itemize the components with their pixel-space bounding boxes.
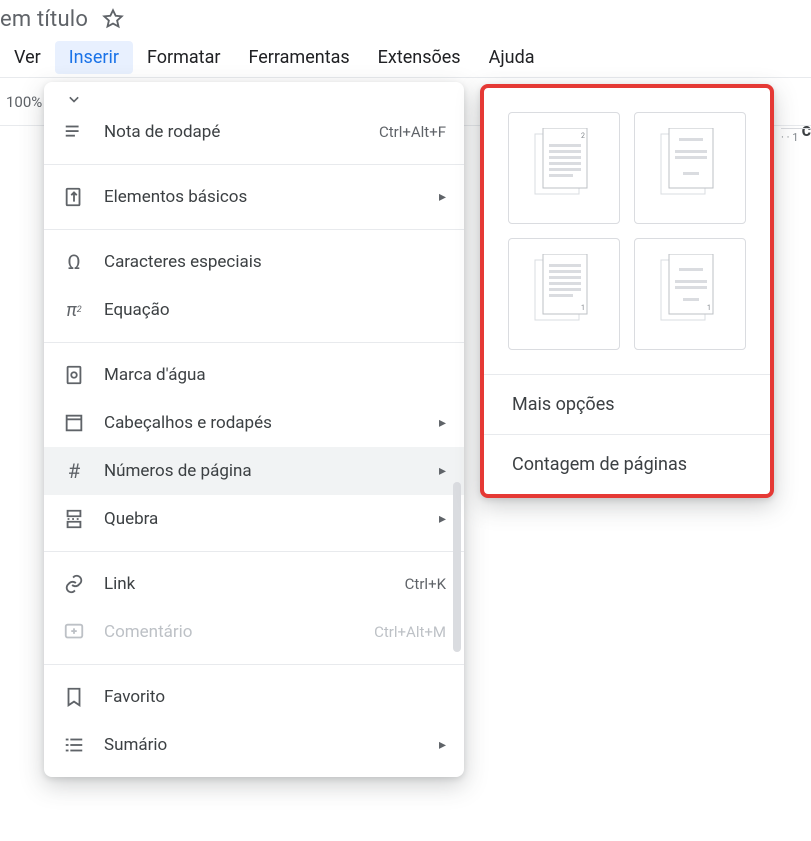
submenu-arrow-icon: ▸	[428, 737, 446, 753]
menu-item-accel: Ctrl+Alt+M	[374, 623, 446, 641]
submenu-item-label: Contagem de páginas	[512, 454, 687, 475]
submenu-arrow-icon: ▸	[428, 415, 446, 431]
menu-item-marca-dagua[interactable]: Marca d'água	[44, 351, 464, 399]
menu-item-favorito[interactable]: Favorito	[44, 673, 464, 721]
header-footer-icon	[62, 411, 86, 435]
insert-dropdown: Nota de rodapé Ctrl+Alt+F Elementos bási…	[44, 82, 464, 777]
hash-icon: #	[62, 459, 86, 483]
building-blocks-icon	[62, 185, 86, 209]
link-icon	[62, 572, 86, 596]
menu-inserir[interactable]: Inserir	[55, 41, 133, 74]
menu-item-label: Marca d'água	[104, 365, 446, 385]
menu-item-label: Comentário	[104, 622, 356, 642]
toc-icon	[62, 733, 86, 757]
dropdown-scrollbar[interactable]	[453, 482, 461, 652]
submenu-arrow-icon: ▸	[428, 511, 446, 527]
menu-formatar[interactable]: Formatar	[133, 41, 235, 74]
menu-ver[interactable]: Ver	[0, 41, 55, 74]
submenu-mais-opcoes[interactable]: Mais opções	[484, 374, 770, 434]
menu-item-quebra[interactable]: Quebra ▸	[44, 495, 464, 543]
page-numbers-submenu: 2	[480, 84, 774, 498]
menu-separator	[44, 664, 464, 665]
menu-separator	[44, 551, 464, 552]
submenu-contagem-paginas[interactable]: Contagem de páginas	[484, 434, 770, 494]
watermark-icon	[62, 363, 86, 387]
menu-ferramentas[interactable]: Ferramentas	[234, 41, 363, 74]
menu-separator	[44, 342, 464, 343]
svg-text:1: 1	[707, 304, 711, 312]
ruler-fragment: · · 1	[781, 128, 811, 148]
comment-icon	[62, 620, 86, 644]
svg-text:1: 1	[581, 304, 585, 312]
page-break-icon	[62, 507, 86, 531]
pagenum-option-header-center[interactable]	[634, 112, 746, 224]
menu-item-link[interactable]: Link Ctrl+K	[44, 560, 464, 608]
doc-title[interactable]: em título	[0, 7, 88, 32]
menu-separator	[44, 164, 464, 165]
pagenum-option-footer-center[interactable]: 1	[634, 238, 746, 350]
menu-item-caracteres-especiais[interactable]: Ω Caracteres especiais	[44, 238, 464, 286]
menu-item-numeros-pagina[interactable]: # Números de página ▸	[44, 447, 464, 495]
menu-item-accel: Ctrl+Alt+F	[379, 123, 446, 141]
omega-icon: Ω	[62, 250, 86, 274]
menu-item-label: Elementos básicos	[104, 187, 410, 207]
footnote-icon	[62, 120, 86, 144]
pagenum-option-footer-right[interactable]: 1	[508, 238, 620, 350]
bookmark-icon	[62, 685, 86, 709]
submenu-item-label: Mais opções	[512, 394, 615, 415]
pi-icon: π2	[62, 298, 86, 322]
menu-item-label: Sumário	[104, 735, 410, 755]
menu-item-cutoff-top[interactable]	[44, 90, 464, 108]
menu-item-label: Quebra	[104, 509, 410, 529]
menu-item-accel: Ctrl+K	[405, 575, 446, 593]
menu-item-nota-rodape[interactable]: Nota de rodapé Ctrl+Alt+F	[44, 108, 464, 156]
menu-item-label: Caracteres especiais	[104, 252, 446, 272]
menu-item-cabecalhos-rodapes[interactable]: Cabeçalhos e rodapés ▸	[44, 399, 464, 447]
menu-item-comentario: Comentário Ctrl+Alt+M	[44, 608, 464, 656]
menu-separator	[44, 229, 464, 230]
svg-text:2: 2	[581, 132, 585, 140]
menu-item-sumario[interactable]: Sumário ▸	[44, 721, 464, 769]
menu-item-label: Números de página	[104, 461, 410, 481]
menu-item-label: Nota de rodapé	[104, 122, 361, 142]
zoom-level[interactable]: 100%	[6, 93, 42, 111]
submenu-arrow-icon: ▸	[428, 189, 446, 205]
menu-item-label: Cabeçalhos e rodapés	[104, 413, 410, 433]
submenu-arrow-icon: ▸	[428, 463, 446, 479]
menu-item-label: Equação	[104, 300, 446, 320]
pagenum-option-header-right[interactable]: 2	[508, 112, 620, 224]
menu-extensoes[interactable]: Extensões	[364, 41, 475, 74]
menu-ajuda[interactable]: Ajuda	[475, 41, 549, 74]
menu-item-label: Favorito	[104, 687, 446, 707]
menubar: Ver Inserir Formatar Ferramentas Extensõ…	[0, 38, 811, 78]
menu-item-equacao[interactable]: π2 Equação	[44, 286, 464, 334]
menu-item-label: Link	[104, 574, 387, 594]
menu-item-elementos-basicos[interactable]: Elementos básicos ▸	[44, 173, 464, 221]
star-icon[interactable]	[102, 8, 124, 30]
dropdown-caret-icon	[62, 90, 86, 108]
